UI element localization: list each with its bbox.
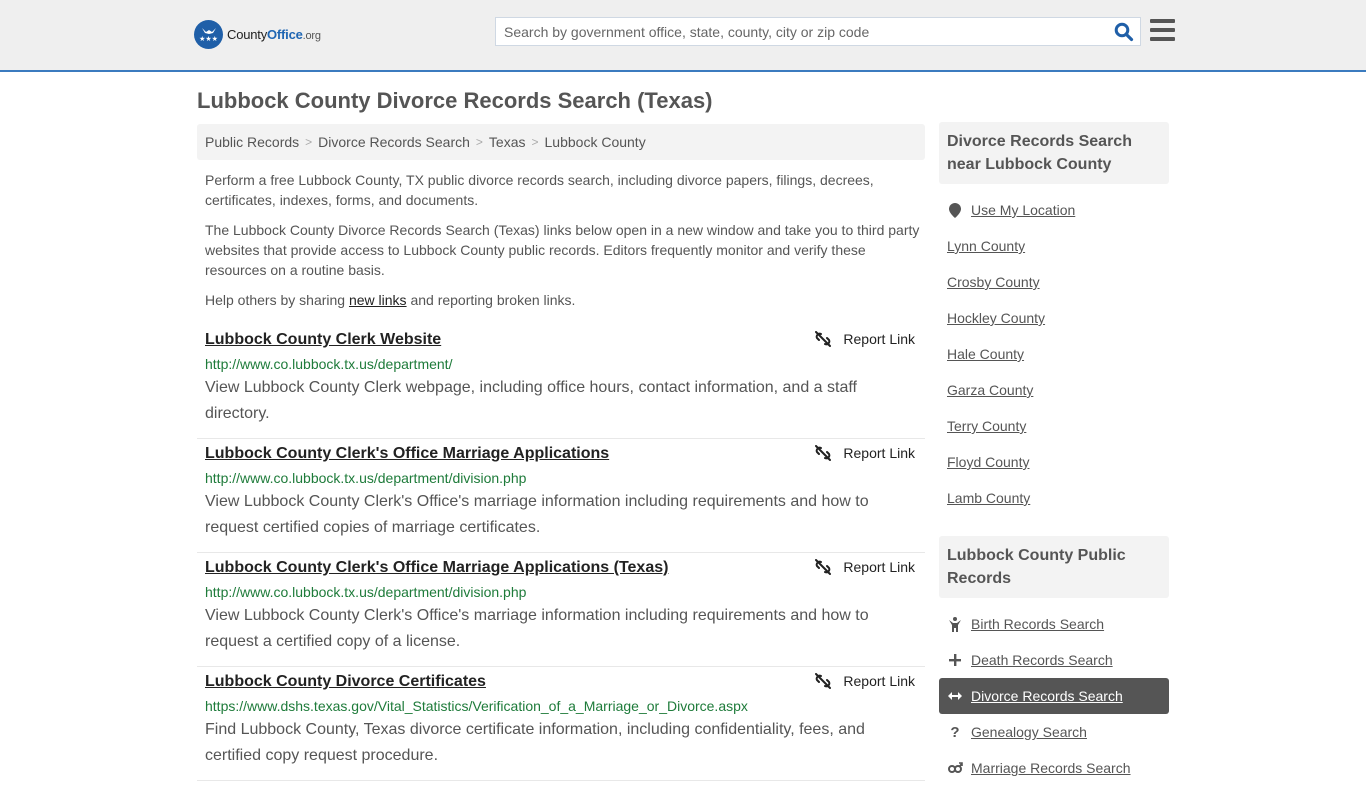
hamburger-menu-icon[interactable] (1150, 19, 1175, 41)
top-header: ★★★ CountyOffice.org (0, 0, 1366, 72)
result-title-link[interactable]: Lubbock County Clerk Website (205, 330, 441, 350)
nearby-county-list: Use My Location Lynn County Crosby Count… (939, 184, 1169, 524)
result-url[interactable]: http://www.co.lubbock.tx.us/department/ (205, 355, 917, 373)
breadcrumb-divorce-records-search[interactable]: Divorce Records Search (318, 134, 470, 150)
search-icon[interactable] (1114, 22, 1134, 42)
result-description: Find Lubbock County, Texas divorce certi… (205, 721, 865, 764)
list-item: Lubbock County Clerk's Office Marriage A… (197, 439, 925, 553)
broken-link-icon (815, 559, 832, 575)
intro-paragraph-1: Perform a free Lubbock County, TX public… (205, 172, 874, 208)
report-link-button[interactable]: Report Link (815, 673, 915, 689)
map-pin-icon (947, 202, 963, 218)
logo-wordmark: CountyOffice.org (227, 27, 321, 42)
plus-icon (947, 654, 963, 666)
report-link-button[interactable]: Report Link (815, 445, 915, 461)
site-logo[interactable]: ★★★ CountyOffice.org (194, 20, 321, 49)
question-icon: ? (950, 723, 960, 741)
list-item: Lubbock County Clerk Website Report Link… (197, 325, 925, 439)
sidebar-item-death-records[interactable]: Death Records Search (939, 642, 1169, 678)
report-link-button[interactable]: Report Link (815, 559, 915, 575)
sidebar-item-divorce-records[interactable]: Divorce Records Search (939, 678, 1169, 714)
site-search (495, 17, 1141, 46)
result-title-link[interactable]: Lubbock County Clerk's Office Marriage A… (205, 444, 609, 464)
result-url[interactable]: http://www.co.lubbock.tx.us/department/d… (205, 469, 917, 487)
child-icon (947, 616, 963, 632)
sidebar: Divorce Records Search near Lubbock Coun… (939, 122, 1169, 794)
nearby-county-link[interactable]: Hale County (947, 336, 1161, 372)
breadcrumb: Public Records > Divorce Records Search … (197, 124, 925, 160)
new-links-link[interactable]: new links (349, 292, 407, 308)
sidebar-item-birth-records[interactable]: Birth Records Search (939, 606, 1169, 642)
breadcrumb-separator-icon: > (531, 135, 539, 149)
public-records-list: Birth Records Search Death Records Searc… (939, 598, 1169, 794)
nearby-county-link[interactable]: Terry County (947, 408, 1161, 444)
result-url[interactable]: https://www.dshs.texas.gov/Vital_Statist… (205, 697, 917, 715)
list-item: Lubbock County Divorce Certificates Repo… (197, 667, 925, 781)
report-link-button[interactable]: Report Link (815, 331, 915, 347)
broken-link-icon (815, 331, 832, 347)
public-records-heading: Lubbock County Public Records (939, 536, 1169, 598)
left-right-arrow-icon (947, 691, 963, 701)
result-url[interactable]: http://www.co.lubbock.tx.us/department/d… (205, 583, 917, 601)
nearby-county-link[interactable]: Lynn County (947, 228, 1161, 264)
result-description: View Lubbock County Clerk's Office's mar… (205, 493, 869, 536)
result-title-link[interactable]: Lubbock County Clerk's Office Marriage A… (205, 558, 668, 578)
nearby-county-link[interactable]: Floyd County (947, 444, 1161, 480)
breadcrumb-texas[interactable]: Texas (489, 134, 526, 150)
breadcrumb-public-records[interactable]: Public Records (205, 134, 299, 150)
nearby-county-link[interactable]: Garza County (947, 372, 1161, 408)
sidebar-item-genealogy[interactable]: ? Genealogy Search (939, 714, 1169, 750)
nearby-county-link[interactable]: Crosby County (947, 264, 1161, 300)
broken-link-icon (815, 673, 832, 689)
breadcrumb-separator-icon: > (475, 135, 483, 149)
list-item: Lubbock County Clerk's Office Marriage A… (197, 553, 925, 667)
nearby-heading: Divorce Records Search near Lubbock Coun… (939, 122, 1169, 184)
intro-paragraph-3: Help others by sharing new links and rep… (205, 292, 576, 308)
search-input[interactable] (496, 18, 1096, 45)
use-my-location[interactable]: Use My Location (947, 192, 1161, 228)
page-title: Lubbock County Divorce Records Search (T… (197, 88, 713, 113)
gender-icon (947, 762, 963, 774)
breadcrumb-separator-icon: > (305, 135, 313, 149)
nearby-county-link[interactable]: Hockley County (947, 300, 1161, 336)
intro-text: Perform a free Lubbock County, TX public… (205, 170, 920, 320)
result-description: View Lubbock County Clerk webpage, inclu… (205, 379, 857, 422)
sidebar-item-marriage-records[interactable]: Marriage Records Search (939, 750, 1169, 786)
intro-paragraph-2: The Lubbock County Divorce Records Searc… (205, 222, 920, 278)
results-list: Lubbock County Clerk Website Report Link… (197, 325, 925, 781)
breadcrumb-current: Lubbock County (544, 134, 646, 150)
result-description: View Lubbock County Clerk's Office's mar… (205, 607, 869, 650)
result-title-link[interactable]: Lubbock County Divorce Certificates (205, 672, 486, 692)
eagle-stars-logo-icon: ★★★ (194, 20, 223, 49)
broken-link-icon (815, 445, 832, 461)
nearby-county-link[interactable]: Lamb County (947, 480, 1161, 516)
